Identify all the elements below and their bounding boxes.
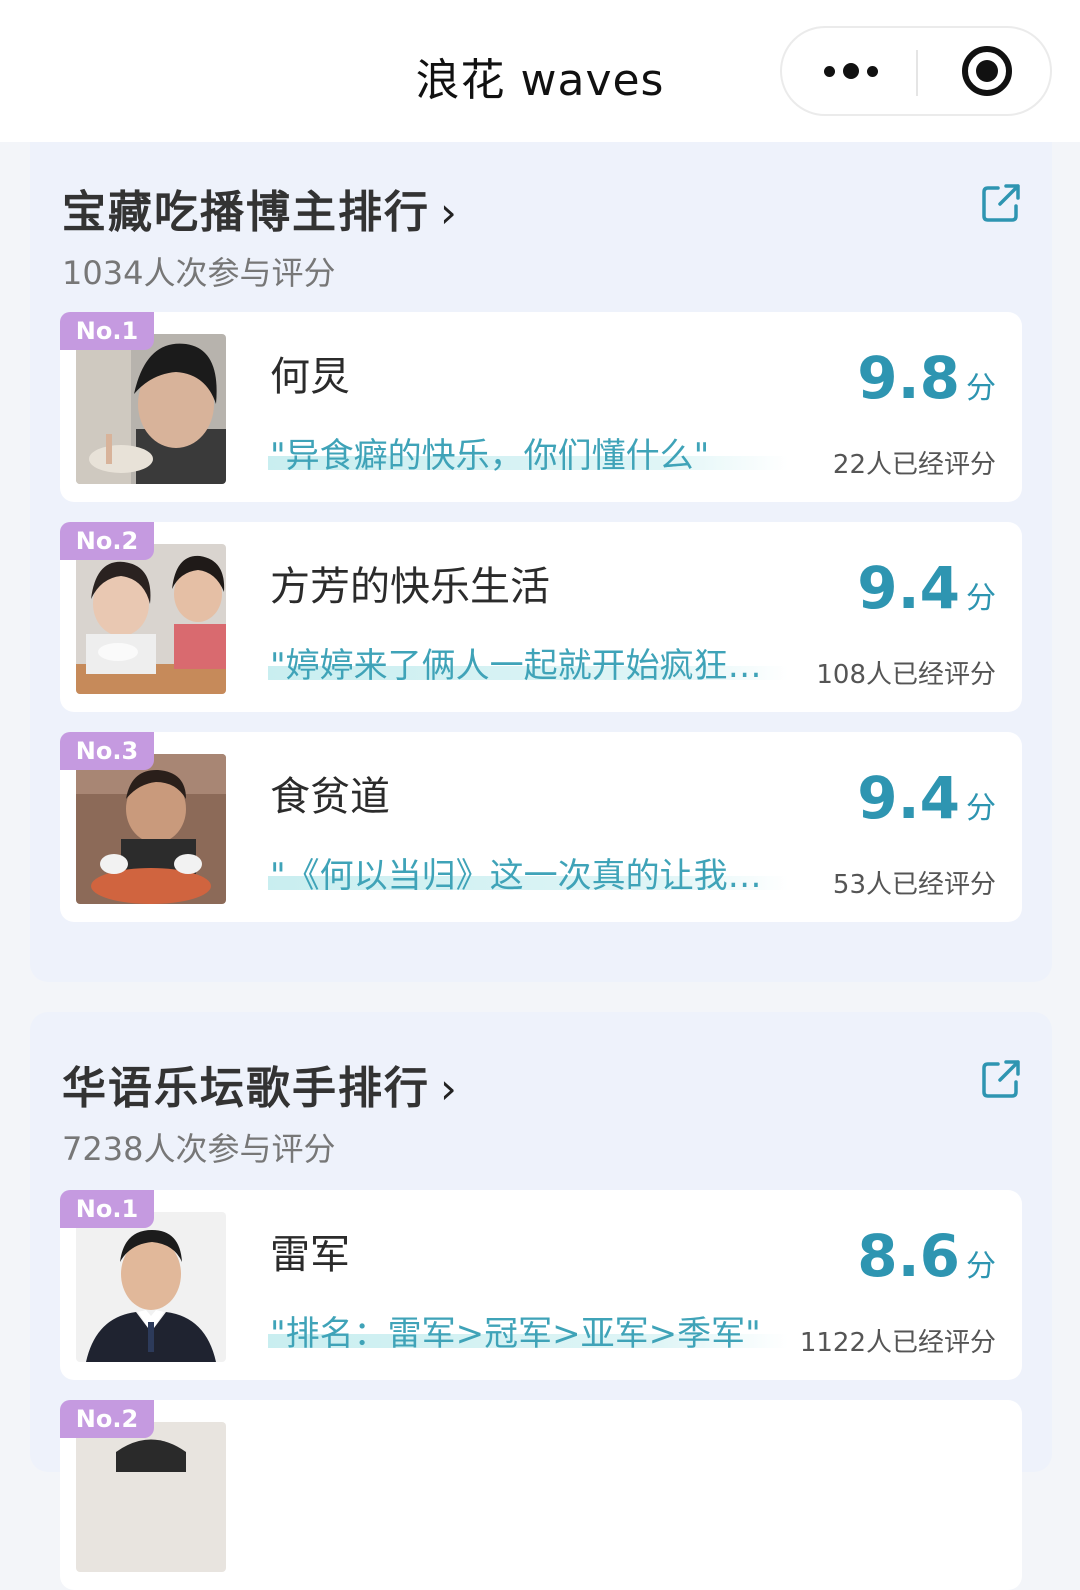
mini-program-capsule: [780, 26, 1052, 116]
avatar: [76, 754, 226, 904]
blogger-name: 方芳的快乐生活: [270, 564, 550, 610]
top-comment: "排名：雷军>冠军>亚军>季军": [270, 1314, 761, 1354]
score: 8.6 分: [857, 1222, 996, 1290]
top-nav-bar: 浪花 waves: [0, 0, 1080, 142]
section-title-link[interactable]: 宝藏吃播博主排行 ›: [62, 176, 459, 240]
blogger-name: 食贫道: [270, 774, 390, 820]
avatar: [76, 334, 226, 484]
top-comment: "婷婷来了俩人一起就开始疯狂…: [270, 646, 762, 686]
ranking-card[interactable]: No.2: [60, 1400, 1022, 1590]
dot-icon: [843, 63, 859, 79]
dot-icon: [867, 66, 878, 77]
avatar: [76, 544, 226, 694]
ranking-card[interactable]: No.1 雷军 "排名：雷军>冠军>亚军>季军" 8.6 分 1122人已经评分: [60, 1190, 1022, 1380]
top-comment: "异食癖的快乐，你们懂什么": [270, 436, 710, 476]
participant-count: 1034人次参与评分: [62, 254, 336, 292]
top-comment: "《何以当归》这一次真的让我…: [270, 856, 762, 896]
rank-badge: No.1: [60, 1190, 154, 1228]
rank-badge: No.2: [60, 522, 154, 560]
more-menu-button[interactable]: [782, 28, 916, 114]
rank-badge: No.2: [60, 1400, 154, 1438]
avatar: [76, 1422, 226, 1572]
ranking-section-food-bloggers: 宝藏吃播博主排行 › 1034人次参与评分 No.1 何炅 "异食癖的快乐，你们懂…: [30, 142, 1052, 982]
share-icon[interactable]: [980, 182, 1022, 224]
rater-count: 22人已经评分: [832, 450, 996, 480]
score: 9.4 分: [857, 554, 996, 622]
ranking-section-singers: 华语乐坛歌手排行 › 7238人次参与评分 No.1 雷军 "排名：雷军>冠军>亚…: [30, 1012, 1052, 1590]
score: 9.8 分: [857, 344, 996, 412]
ranking-card[interactable]: No.2 方芳的快乐生活 "婷婷来了俩人一起就开始疯狂… 9.4 分 108人已经…: [60, 522, 1022, 712]
rank-badge: No.3: [60, 732, 154, 770]
singer-name: 雷军: [270, 1232, 350, 1278]
rater-count: 1122人已经评分: [799, 1328, 996, 1358]
dot-icon: [824, 66, 835, 77]
participant-count: 7238人次参与评分: [62, 1130, 336, 1168]
rater-count: 108人已经评分: [816, 660, 996, 690]
ranking-card[interactable]: No.3 食贫道 "《何以当归》这一次真的让我… 9.4 分 53人已经评分: [60, 732, 1022, 922]
blogger-name: 何炅: [270, 354, 350, 400]
score: 9.4 分: [857, 764, 996, 832]
share-icon[interactable]: [980, 1058, 1022, 1100]
rater-count: 53人已经评分: [832, 870, 996, 900]
rank-badge: No.1: [60, 312, 154, 350]
chevron-right-icon: ›: [440, 188, 459, 237]
ranking-card[interactable]: No.1 何炅 "异食癖的快乐，你们懂什么" 9.8 分 22人已经评分: [60, 312, 1022, 502]
close-mini-program-button[interactable]: [918, 28, 1052, 114]
section-title-link[interactable]: 华语乐坛歌手排行 ›: [62, 1052, 459, 1116]
avatar: [76, 1212, 226, 1362]
chevron-right-icon: ›: [440, 1064, 459, 1113]
